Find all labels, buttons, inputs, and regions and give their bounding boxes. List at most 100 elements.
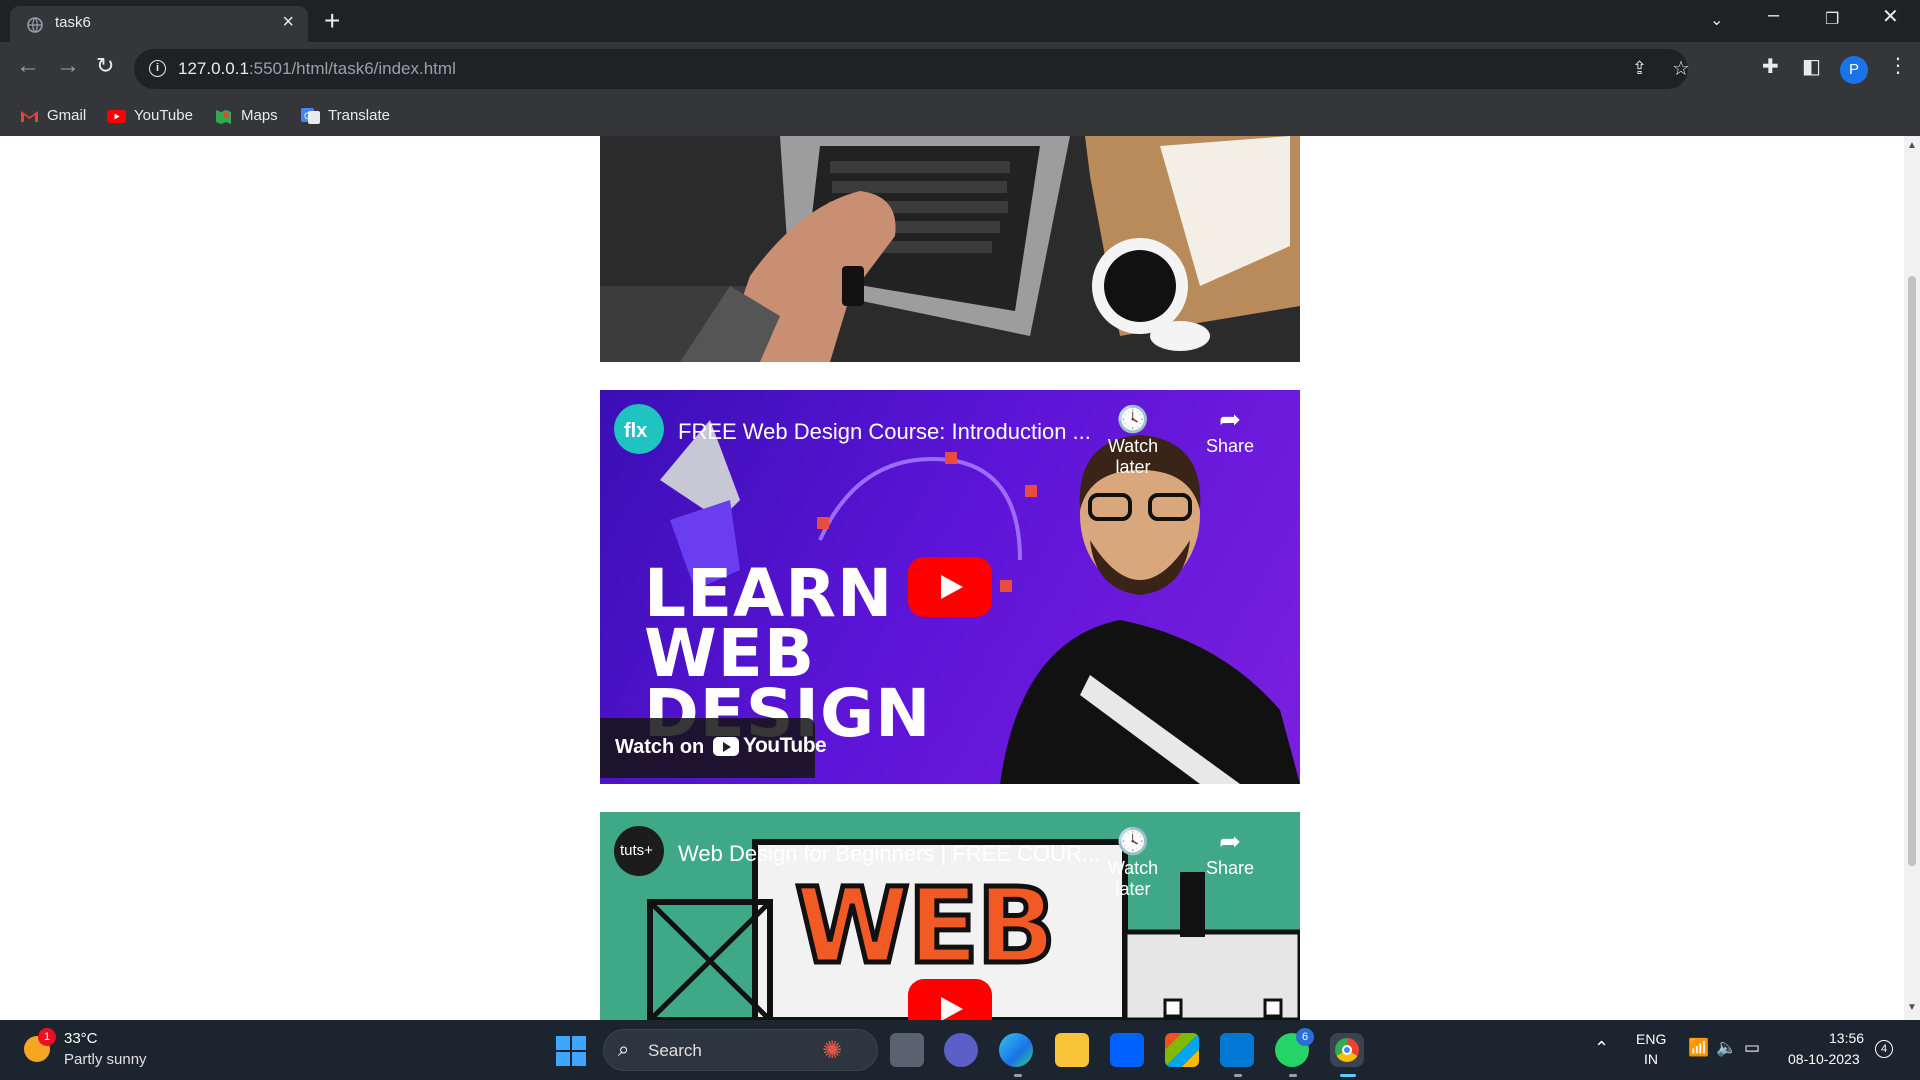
youtube-icon bbox=[107, 110, 126, 123]
clock-date[interactable]: 08-10-2023 bbox=[1788, 1051, 1860, 1067]
side-panel-icon[interactable]: ◧ bbox=[1802, 54, 1821, 79]
video1-title[interactable]: FREE Web Design Course: Introduction ... bbox=[678, 419, 1091, 445]
running-indicator bbox=[1014, 1074, 1022, 1077]
menu-kebab-icon[interactable]: ⋮ bbox=[1888, 53, 1908, 78]
browser-tab[interactable]: task6 × bbox=[10, 6, 308, 42]
bookmark-label: YouTube bbox=[134, 107, 193, 124]
bookmark-label: Translate bbox=[328, 107, 390, 124]
site-info-icon[interactable]: i bbox=[149, 60, 166, 77]
weather-temp: 33°C bbox=[64, 1030, 98, 1047]
watch-later-label: Watch later bbox=[1107, 436, 1159, 477]
close-window-icon[interactable]: ✕ bbox=[1882, 4, 1899, 29]
url-path: :5501/html/task6/index.html bbox=[248, 59, 456, 78]
watch-later-button[interactable]: 🕓 Watch later bbox=[1088, 824, 1178, 900]
running-indicator bbox=[1234, 1074, 1242, 1077]
share-button[interactable]: ➦ Share bbox=[1185, 824, 1275, 879]
scroll-down-arrow-icon[interactable]: ▼ bbox=[1907, 1002, 1917, 1013]
start-button[interactable] bbox=[556, 1036, 586, 1066]
tuts-logo-text: tuts+ bbox=[620, 842, 653, 859]
share-arrow-icon: ➦ bbox=[1219, 404, 1241, 434]
weather-badge: 1 bbox=[38, 1028, 56, 1046]
notification-count-badge[interactable]: 4 bbox=[1875, 1040, 1893, 1058]
watch-on-label: Watch on bbox=[615, 736, 705, 758]
tuts-channel-avatar[interactable]: tuts+ bbox=[614, 826, 664, 876]
scrollbar-thumb[interactable] bbox=[1908, 276, 1916, 866]
page-scrollbar[interactable]: ▲ ▼ bbox=[1904, 136, 1920, 1020]
maps-icon bbox=[216, 110, 231, 124]
share-button[interactable]: ➦ Share bbox=[1185, 402, 1275, 457]
bookmark-maps[interactable]: Maps bbox=[214, 104, 278, 128]
chrome-taskbar-button[interactable] bbox=[1330, 1033, 1364, 1067]
translate-icon: G bbox=[301, 108, 320, 124]
watch-later-label: Watch later bbox=[1107, 858, 1159, 899]
dropbox-icon[interactable] bbox=[1110, 1033, 1144, 1067]
close-tab-icon[interactable]: × bbox=[282, 11, 294, 34]
watch-on-youtube-button[interactable]: Watch on YouTube bbox=[600, 718, 827, 778]
share-label: Share bbox=[1205, 858, 1255, 878]
vscode-icon[interactable] bbox=[1220, 1033, 1254, 1067]
microsoft-store-icon[interactable] bbox=[1165, 1033, 1199, 1067]
battery-icon[interactable]: ▭ bbox=[1744, 1038, 1760, 1058]
back-icon[interactable]: ← bbox=[16, 52, 40, 80]
bookmark-translate[interactable]: G Translate bbox=[301, 104, 390, 128]
bookmark-youtube[interactable]: YouTube bbox=[107, 104, 193, 128]
clock-time[interactable]: 13:56 bbox=[1829, 1030, 1864, 1046]
bookmarks-bar: Gmail YouTube Maps G Translate bbox=[0, 97, 1920, 136]
photo-illustration bbox=[600, 136, 1300, 362]
bookmark-label: Gmail bbox=[47, 107, 87, 124]
youtube-wordmark: YouTube bbox=[743, 734, 827, 757]
minimize-icon[interactable]: – bbox=[1768, 4, 1779, 27]
search-highlight-icon: ✺ bbox=[822, 1037, 843, 1064]
tab-search-icon[interactable]: ⌄ bbox=[1710, 10, 1723, 30]
tab-title: task6 bbox=[55, 14, 91, 31]
share-label: Share bbox=[1205, 436, 1255, 456]
running-indicator bbox=[1289, 1074, 1297, 1077]
scroll-up-arrow-icon[interactable]: ▲ bbox=[1907, 140, 1917, 151]
windows-logo-tile bbox=[572, 1036, 586, 1050]
language-line1[interactable]: ENG bbox=[1636, 1031, 1666, 1047]
show-hidden-icons-icon[interactable]: ⌃ bbox=[1594, 1038, 1609, 1059]
youtube-embed-video-2[interactable]: WEB tuts+ Web Design for Beginners | FRE… bbox=[600, 812, 1300, 1020]
profile-avatar[interactable]: P bbox=[1840, 56, 1868, 84]
url-host: 127.0.0.1 bbox=[178, 59, 249, 78]
teams-chat-icon[interactable] bbox=[944, 1033, 978, 1067]
language-line2[interactable]: IN bbox=[1644, 1051, 1658, 1067]
extensions-icon[interactable]: ✚ bbox=[1762, 54, 1779, 79]
gmail-icon bbox=[21, 111, 38, 122]
browser-titlebar: task6 × + ⌄ – ❐ ✕ bbox=[0, 0, 1920, 42]
clock-icon: 🕓 bbox=[1116, 404, 1150, 434]
svg-text:flx: flx bbox=[624, 420, 647, 442]
file-explorer-icon[interactable] bbox=[1055, 1033, 1089, 1067]
search-icon: ⌕ bbox=[618, 1039, 630, 1061]
bookmark-star-icon[interactable]: ☆ bbox=[1672, 56, 1690, 81]
web-overlay-text: WEB bbox=[792, 865, 1058, 987]
forward-icon[interactable]: → bbox=[56, 52, 80, 80]
video2-title[interactable]: Web Design for Beginners | FREE COUR... bbox=[678, 841, 1100, 867]
clock-icon: 🕓 bbox=[1116, 826, 1150, 856]
reload-icon[interactable]: ↻ bbox=[96, 53, 114, 79]
taskbar-search[interactable]: ⌕ Search ✺ bbox=[603, 1029, 878, 1071]
play-button[interactable] bbox=[908, 557, 992, 617]
active-indicator bbox=[1340, 1074, 1356, 1077]
volume-icon[interactable]: 🔈 bbox=[1716, 1038, 1737, 1058]
youtube-logo-icon bbox=[713, 737, 739, 756]
browser-toolbar: ← → ↻ i 127.0.0.1:5501/html/task6/index.… bbox=[0, 42, 1920, 97]
windows-logo-icon bbox=[556, 1036, 570, 1050]
play-button[interactable] bbox=[908, 979, 992, 1020]
wifi-icon[interactable]: 📶 bbox=[1688, 1038, 1709, 1058]
flux-channel-avatar[interactable]: flx bbox=[614, 404, 664, 454]
new-tab-button[interactable]: + bbox=[324, 5, 340, 37]
search-label: Search bbox=[648, 1041, 702, 1060]
youtube-embed-video-1[interactable]: flx FREE Web Design Course: Introduction… bbox=[600, 390, 1300, 784]
address-bar[interactable]: i 127.0.0.1:5501/html/task6/index.html ⇪… bbox=[134, 49, 1690, 89]
share-page-icon[interactable]: ⇪ bbox=[1632, 58, 1647, 79]
restore-icon[interactable]: ❐ bbox=[1825, 9, 1839, 29]
windows-logo-tile bbox=[572, 1052, 586, 1066]
edge-icon[interactable] bbox=[999, 1033, 1033, 1067]
share-arrow-icon: ➦ bbox=[1219, 826, 1241, 856]
laptop-coffee-photo bbox=[600, 136, 1300, 362]
bookmark-gmail[interactable]: Gmail bbox=[20, 104, 86, 128]
url-text: 127.0.0.1:5501/html/task6/index.html bbox=[178, 59, 456, 79]
watch-later-button[interactable]: 🕓 Watch later bbox=[1088, 402, 1178, 478]
task-view-icon[interactable] bbox=[890, 1033, 924, 1067]
